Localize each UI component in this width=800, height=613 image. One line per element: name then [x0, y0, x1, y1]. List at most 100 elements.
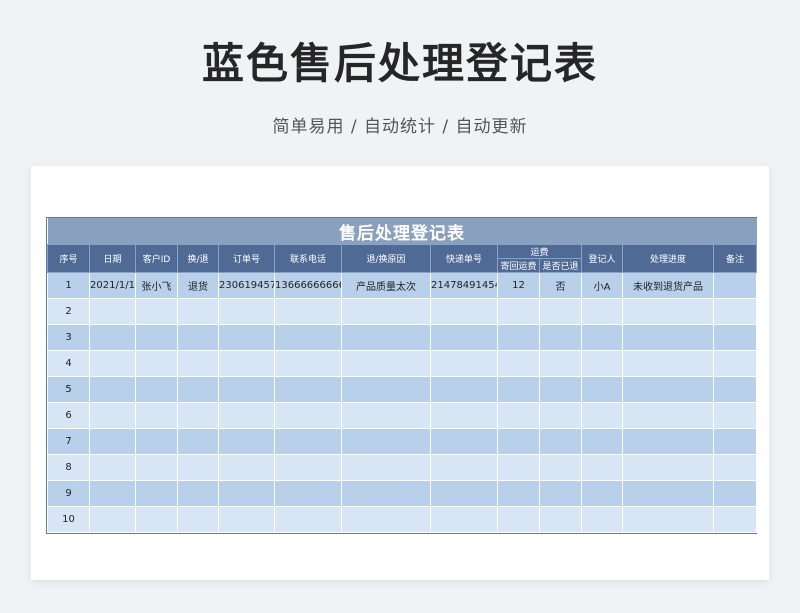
cell-tracking-no[interactable]: 21478491454 — [430, 272, 498, 299]
cell-order-no[interactable] — [218, 324, 275, 351]
cell-exchange-return[interactable] — [177, 376, 219, 403]
cell-reason[interactable] — [341, 454, 431, 481]
cell-shipping-refunded[interactable] — [539, 480, 582, 507]
cell-exchange-return[interactable] — [177, 402, 219, 429]
cell-order-no[interactable] — [218, 480, 275, 507]
cell-progress[interactable] — [622, 506, 714, 533]
cell-customer-id[interactable] — [135, 428, 178, 455]
cell-date[interactable] — [89, 402, 136, 429]
cell-seq[interactable]: 7 — [47, 428, 90, 455]
cell-registrar[interactable] — [581, 402, 623, 429]
cell-phone[interactable] — [274, 402, 342, 429]
cell-order-no[interactable] — [218, 350, 275, 377]
cell-seq[interactable]: 9 — [47, 480, 90, 507]
cell-exchange-return[interactable] — [177, 506, 219, 533]
cell-progress[interactable] — [622, 402, 714, 429]
cell-customer-id[interactable]: 张小飞 — [135, 272, 178, 299]
cell-exchange-return[interactable] — [177, 454, 219, 481]
cell-shipping-refunded[interactable] — [539, 350, 582, 377]
cell-shipping-refunded[interactable] — [539, 428, 582, 455]
cell-phone[interactable] — [274, 324, 342, 351]
cell-customer-id[interactable] — [135, 324, 178, 351]
cell-tracking-no[interactable] — [430, 480, 498, 507]
cell-registrar[interactable]: 小A — [581, 272, 623, 299]
cell-order-no[interactable]: 230619457 — [218, 272, 275, 299]
cell-registrar[interactable] — [581, 480, 623, 507]
cell-date[interactable] — [89, 480, 136, 507]
cell-remark[interactable] — [712, 350, 758, 377]
cell-date[interactable] — [89, 298, 136, 325]
cell-reason[interactable] — [341, 376, 431, 403]
cell-phone[interactable] — [274, 376, 342, 403]
cell-remark[interactable] — [712, 272, 758, 299]
cell-order-no[interactable] — [218, 428, 275, 455]
cell-registrar[interactable] — [581, 324, 623, 351]
cell-registrar[interactable] — [581, 454, 623, 481]
cell-shipping-refunded[interactable] — [539, 454, 582, 481]
cell-tracking-no[interactable] — [430, 350, 498, 377]
cell-seq[interactable]: 8 — [47, 454, 90, 481]
cell-remark[interactable] — [712, 402, 758, 429]
cell-phone[interactable] — [274, 428, 342, 455]
cell-registrar[interactable] — [581, 506, 623, 533]
cell-shipping-return[interactable]: 12 — [497, 272, 540, 299]
cell-progress[interactable]: 未收到退货产品 — [622, 272, 714, 299]
cell-tracking-no[interactable] — [430, 376, 498, 403]
cell-registrar[interactable] — [581, 428, 623, 455]
cell-phone[interactable] — [274, 454, 342, 481]
cell-tracking-no[interactable] — [430, 324, 498, 351]
cell-shipping-return[interactable] — [497, 350, 540, 377]
cell-registrar[interactable] — [581, 298, 623, 325]
cell-shipping-return[interactable] — [497, 324, 540, 351]
cell-reason[interactable] — [341, 506, 431, 533]
cell-registrar[interactable] — [581, 376, 623, 403]
cell-remark[interactable] — [712, 324, 758, 351]
cell-customer-id[interactable] — [135, 350, 178, 377]
cell-reason[interactable] — [341, 324, 431, 351]
cell-reason[interactable] — [341, 350, 431, 377]
cell-seq[interactable]: 6 — [47, 402, 90, 429]
cell-exchange-return[interactable]: 退货 — [177, 272, 219, 299]
cell-phone[interactable] — [274, 480, 342, 507]
cell-remark[interactable] — [712, 506, 758, 533]
cell-exchange-return[interactable] — [177, 298, 219, 325]
cell-seq[interactable]: 10 — [47, 506, 90, 533]
cell-exchange-return[interactable] — [177, 350, 219, 377]
cell-date[interactable]: 2021/1/1 — [89, 272, 136, 299]
cell-customer-id[interactable] — [135, 402, 178, 429]
cell-tracking-no[interactable] — [430, 402, 498, 429]
cell-remark[interactable] — [712, 428, 758, 455]
cell-seq[interactable]: 3 — [47, 324, 90, 351]
cell-date[interactable] — [89, 376, 136, 403]
cell-progress[interactable] — [622, 324, 714, 351]
cell-shipping-return[interactable] — [497, 376, 540, 403]
cell-shipping-return[interactable] — [497, 402, 540, 429]
cell-progress[interactable] — [622, 480, 714, 507]
cell-shipping-refunded[interactable] — [539, 298, 582, 325]
cell-date[interactable] — [89, 506, 136, 533]
cell-progress[interactable] — [622, 298, 714, 325]
cell-seq[interactable]: 5 — [47, 376, 90, 403]
cell-progress[interactable] — [622, 350, 714, 377]
cell-shipping-return[interactable] — [497, 298, 540, 325]
cell-shipping-return[interactable] — [497, 454, 540, 481]
cell-phone[interactable] — [274, 506, 342, 533]
cell-shipping-refunded[interactable]: 否 — [539, 272, 582, 299]
cell-reason[interactable]: 产品质量太次 — [341, 272, 431, 299]
cell-shipping-return[interactable] — [497, 480, 540, 507]
cell-customer-id[interactable] — [135, 454, 178, 481]
cell-remark[interactable] — [712, 454, 758, 481]
cell-tracking-no[interactable] — [430, 298, 498, 325]
cell-exchange-return[interactable] — [177, 480, 219, 507]
cell-exchange-return[interactable] — [177, 428, 219, 455]
cell-shipping-refunded[interactable] — [539, 324, 582, 351]
cell-order-no[interactable] — [218, 376, 275, 403]
cell-remark[interactable] — [712, 298, 758, 325]
cell-seq[interactable]: 1 — [47, 272, 90, 299]
cell-progress[interactable] — [622, 376, 714, 403]
cell-customer-id[interactable] — [135, 506, 178, 533]
cell-order-no[interactable] — [218, 506, 275, 533]
cell-shipping-refunded[interactable] — [539, 506, 582, 533]
cell-exchange-return[interactable] — [177, 324, 219, 351]
cell-phone[interactable] — [274, 350, 342, 377]
